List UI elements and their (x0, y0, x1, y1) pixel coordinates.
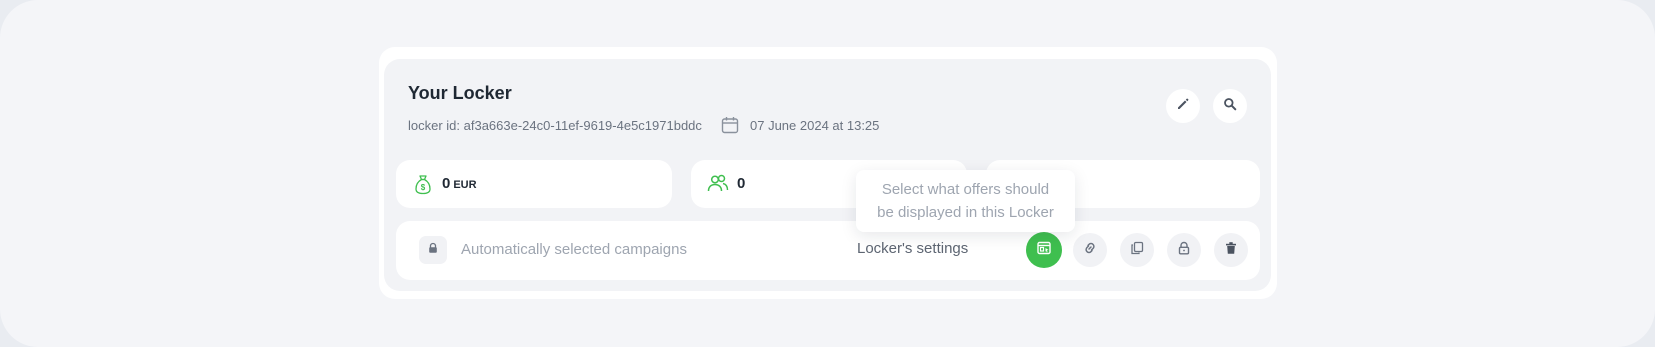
calendar-icon (721, 116, 739, 134)
created-date: 07 June 2024 at 13:25 (750, 118, 880, 133)
lock-icon (427, 241, 439, 259)
users-icon (707, 173, 729, 195)
offers-tooltip: Select what offers should be displayed i… (856, 170, 1075, 232)
earnings-amount: 0 (442, 175, 451, 192)
offers-select-icon (1036, 240, 1052, 261)
trash-icon (1224, 241, 1238, 260)
lock-icon (1177, 241, 1191, 260)
earnings-unit: EUR (453, 179, 477, 191)
copy-button[interactable] (1120, 233, 1154, 267)
link-icon (1083, 241, 1097, 260)
tooltip-line-1: Select what offers should (881, 181, 1050, 198)
page-title: Your Locker (408, 83, 512, 103)
locker-id-text: locker id: af3a663e-24c0-11ef-9619-4e5c1… (408, 118, 702, 133)
select-offers-button[interactable] (1026, 232, 1062, 268)
lock-button[interactable] (1167, 233, 1201, 267)
delete-button[interactable] (1214, 233, 1248, 267)
svg-text:$: $ (421, 183, 426, 192)
money-bag-icon: $ (412, 173, 434, 195)
earnings-stat: $ 0 EUR (396, 160, 672, 208)
edit-button[interactable] (1166, 89, 1200, 123)
search-button[interactable] (1213, 89, 1247, 123)
search-icon (1223, 97, 1237, 116)
pencil-icon (1176, 97, 1190, 116)
link-button[interactable] (1073, 233, 1107, 267)
copy-icon (1130, 241, 1144, 260)
tooltip-line-2: be displayed in this Locker (877, 204, 1054, 221)
lockers-settings-link[interactable]: Locker's settings (857, 240, 968, 257)
earnings-value: 0 EUR (442, 175, 477, 192)
campaigns-label: Automatically selected campaigns (461, 241, 687, 258)
users-value: 0 (737, 175, 746, 192)
campaign-lock-badge (419, 236, 447, 264)
